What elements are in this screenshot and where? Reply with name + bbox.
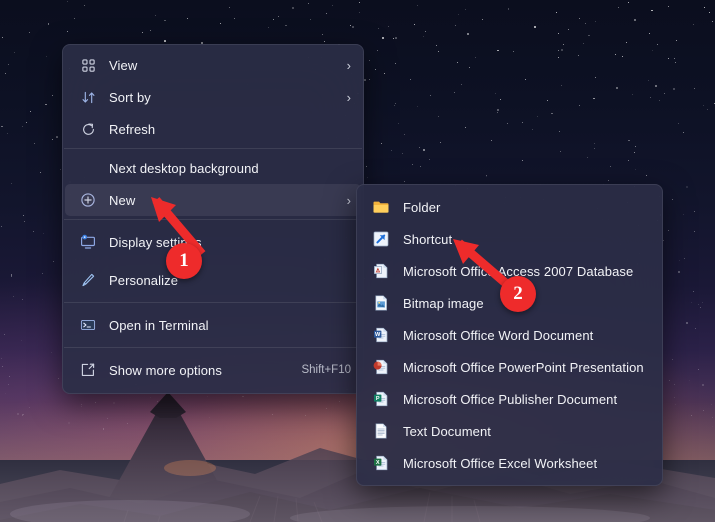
chevron-right-icon: › — [346, 89, 351, 105]
grid-icon — [77, 58, 99, 73]
menu-item-next-desktop-background[interactable]: Next desktop background — [65, 152, 361, 184]
menu-item-show-more-options[interactable]: Show more options Shift+F10 — [65, 351, 361, 389]
svg-text:X: X — [376, 460, 380, 466]
menu-item-accelerator: Shift+F10 — [301, 364, 351, 376]
shortcut-icon — [371, 230, 391, 248]
menu-item-label: Open in Terminal — [109, 317, 209, 333]
menu-item-label: Next desktop background — [109, 160, 259, 176]
brush-icon — [77, 272, 99, 288]
submenu-item-label: Folder — [403, 199, 441, 215]
annotation-badge-2: 2 — [500, 276, 536, 312]
menu-separator — [64, 219, 362, 220]
submenu-item-label: Microsoft Office Word Document — [403, 327, 594, 343]
submenu-item-folder[interactable]: Folder — [359, 191, 660, 223]
submenu-item-label: Microsoft Office Excel Worksheet — [403, 455, 598, 471]
menu-item-label: Refresh — [109, 121, 156, 137]
excel-file-icon: X — [371, 454, 391, 472]
sort-icon — [77, 90, 99, 105]
annotation-badge-1: 1 — [166, 243, 202, 279]
submenu-item-shortcut[interactable]: Shortcut — [359, 223, 660, 255]
new-submenu[interactable]: Folder Shortcut Microsoft Office Access … — [356, 184, 663, 486]
menu-item-label: Show more options — [109, 362, 222, 378]
word-file-icon: W — [371, 326, 391, 344]
monitor-icon — [77, 234, 99, 250]
svg-text:W: W — [375, 332, 381, 338]
submenu-item-label: Text Document — [403, 423, 492, 439]
submenu-item-excel[interactable]: X Microsoft Office Excel Worksheet — [359, 447, 660, 479]
desktop-context-menu[interactable]: View › Sort by › Refresh Next desktop ba… — [62, 44, 364, 394]
plus-circle-icon — [77, 192, 99, 208]
terminal-icon — [77, 317, 99, 333]
menu-item-label: View — [109, 57, 138, 73]
menu-item-display-settings[interactable]: Display settings — [65, 223, 361, 261]
menu-item-personalize[interactable]: Personalize — [65, 261, 361, 299]
svg-text:P: P — [376, 396, 380, 402]
menu-separator — [64, 347, 362, 348]
submenu-item-publisher[interactable]: P Microsoft Office Publisher Document — [359, 383, 660, 415]
refresh-icon — [77, 122, 99, 137]
annotation-badge-label: 2 — [513, 283, 523, 304]
submenu-item-label: Microsoft Office PowerPoint Presentation — [403, 359, 644, 375]
menu-item-label: New — [109, 192, 136, 208]
menu-item-view[interactable]: View › — [65, 49, 361, 81]
menu-item-label: Display settings — [109, 234, 202, 250]
menu-item-refresh[interactable]: Refresh — [65, 113, 361, 145]
expand-icon — [77, 362, 99, 378]
menu-separator — [64, 148, 362, 149]
access-file-icon — [371, 262, 391, 280]
submenu-item-label: Microsoft Office Access 2007 Database — [403, 263, 634, 279]
bitmap-file-icon — [371, 294, 391, 312]
submenu-item-label: Microsoft Office Publisher Document — [403, 391, 618, 407]
chevron-right-icon: › — [346, 57, 351, 73]
menu-item-new[interactable]: New › — [65, 184, 361, 216]
menu-item-label: Sort by — [109, 89, 151, 105]
menu-item-sort-by[interactable]: Sort by › — [65, 81, 361, 113]
annotation-badge-label: 1 — [179, 250, 189, 271]
menu-item-open-in-terminal[interactable]: Open in Terminal — [65, 306, 361, 344]
submenu-item-powerpoint[interactable]: Microsoft Office PowerPoint Presentation — [359, 351, 660, 383]
menu-item-label: Personalize — [109, 272, 179, 288]
publisher-file-icon: P — [371, 390, 391, 408]
submenu-item-text-doc[interactable]: Text Document — [359, 415, 660, 447]
submenu-item-label: Shortcut — [403, 231, 453, 247]
folder-icon — [371, 198, 391, 216]
text-file-icon — [371, 422, 391, 440]
powerpoint-file-icon — [371, 358, 391, 376]
chevron-right-icon: › — [346, 192, 351, 208]
menu-separator — [64, 302, 362, 303]
submenu-item-word-doc[interactable]: W Microsoft Office Word Document — [359, 319, 660, 351]
